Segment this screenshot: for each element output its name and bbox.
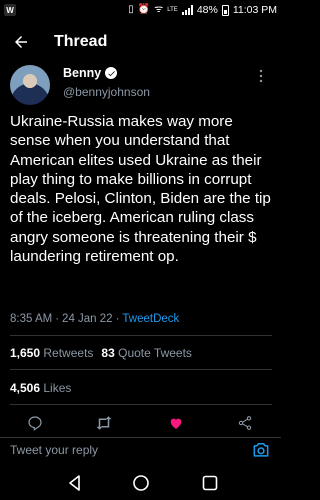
heart-filled-icon xyxy=(170,418,182,429)
camera-icon xyxy=(253,443,269,457)
author-name[interactable]: Benny xyxy=(63,66,101,80)
like-button[interactable] xyxy=(167,414,185,432)
tweet-date: 24 Jan 22 xyxy=(62,313,113,325)
retweet-button[interactable] xyxy=(95,414,113,432)
app-bar: Thread xyxy=(0,22,281,62)
reply-button[interactable] xyxy=(26,414,44,432)
vibrate-icon: ▯ xyxy=(128,4,134,15)
battery-icon xyxy=(221,4,229,16)
verified-badge-icon xyxy=(105,67,118,79)
camera-button[interactable] xyxy=(251,440,271,460)
tweet-author: Benny @bennyjohnson xyxy=(10,65,272,109)
nav-back-button[interactable] xyxy=(66,474,84,492)
back-button[interactable] xyxy=(9,30,33,54)
meta-separator: · xyxy=(115,313,120,325)
signal-icon xyxy=(181,5,193,15)
reply-composer[interactable]: Tweet your reply xyxy=(0,437,281,463)
retweet-icon xyxy=(96,416,112,430)
meta-separator: · xyxy=(55,313,60,325)
wifi-icon: ᯤ xyxy=(154,4,164,15)
quote-tweets-stat[interactable]: 83 Quote Tweets xyxy=(101,346,192,360)
tweet-time: 8:35 AM xyxy=(10,313,53,325)
tweet-client-link[interactable]: TweetDeck xyxy=(122,313,179,325)
battery-percent: 48% xyxy=(196,4,218,16)
divider xyxy=(10,404,272,405)
tweet-meta: 8:35 AM · 24 Jan 22 · TweetDeck xyxy=(10,313,179,325)
network-type: LTE xyxy=(167,7,178,13)
share-icon xyxy=(238,416,252,430)
retweet-stats: 1,650 Retweets 83 Quote Tweets xyxy=(10,346,192,360)
back-arrow-icon xyxy=(15,36,27,48)
alarm-icon: ⏰ xyxy=(137,4,151,15)
status-bar: W ▯ ⏰ ᯤ LTE 48% 11:03 PM xyxy=(0,0,281,20)
share-button[interactable] xyxy=(236,414,254,432)
nav-home-button[interactable] xyxy=(132,474,150,492)
system-nav-bar xyxy=(0,466,281,500)
tweet-actions xyxy=(0,414,281,432)
status-time: 11:03 PM xyxy=(232,4,277,16)
circle-home-icon xyxy=(133,475,149,491)
triangle-back-icon xyxy=(69,475,80,491)
divider xyxy=(10,369,272,370)
likes-stat[interactable]: 4,506 Likes xyxy=(10,381,71,395)
retweets-stat[interactable]: 1,650 Retweets xyxy=(10,346,93,360)
nav-recents-button[interactable] xyxy=(201,474,219,492)
reply-input[interactable]: Tweet your reply xyxy=(10,443,98,457)
avatar[interactable] xyxy=(10,65,50,105)
tweet-text: Ukraine-Russia makes way more sense when… xyxy=(10,113,271,266)
app-notification-icon: W xyxy=(4,4,16,16)
divider xyxy=(10,335,272,336)
author-handle[interactable]: @bennyjohnson xyxy=(63,85,150,99)
square-recents-icon xyxy=(202,475,218,491)
reply-icon xyxy=(28,416,42,431)
more-options-icon[interactable] xyxy=(254,69,268,83)
page-title: Thread xyxy=(54,33,108,50)
